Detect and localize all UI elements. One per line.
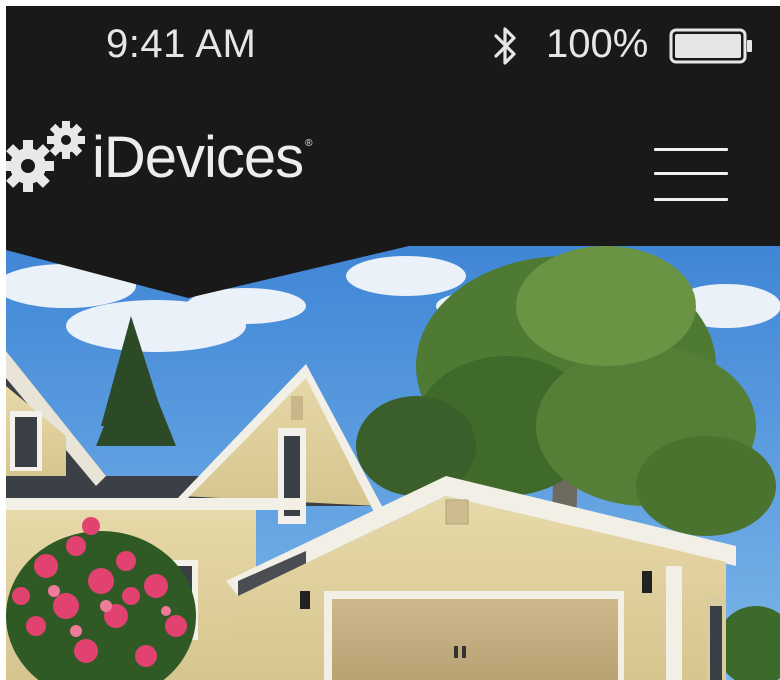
hamburger-menu-icon[interactable] — [654, 148, 732, 204]
menu-line — [654, 198, 728, 201]
battery-percent: 100% — [546, 22, 649, 66]
bluetooth-icon — [494, 27, 516, 65]
app-header: iDevices ® — [6, 90, 780, 250]
menu-line — [654, 148, 728, 151]
brand-logo-text[interactable]: iDevices ® — [92, 124, 313, 191]
status-time: 9:41 AM — [106, 22, 257, 66]
registered-mark: ® — [305, 138, 312, 149]
gears-icon — [6, 121, 85, 192]
app-screen: 9:41 AM 100% iDevices ® — [6, 6, 780, 680]
battery-icon — [669, 28, 752, 64]
status-bar: 9:41 AM 100% — [6, 6, 780, 90]
menu-line — [654, 172, 728, 175]
brand-name: iDevices — [92, 125, 304, 190]
